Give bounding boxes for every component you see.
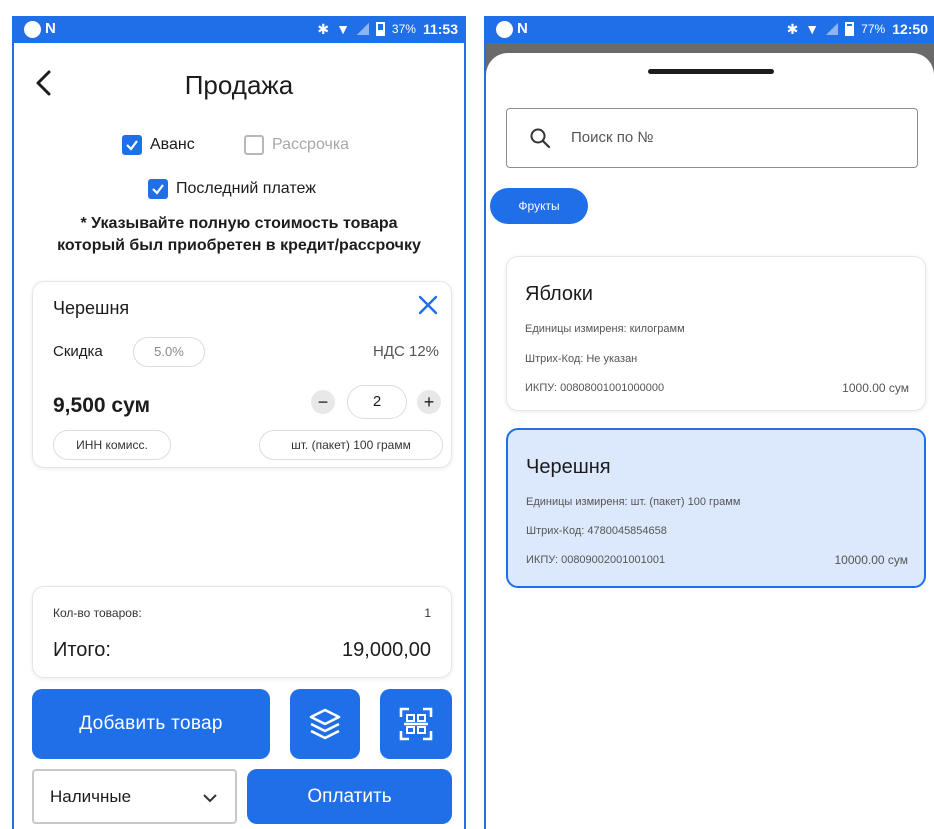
credit-notice: * Указывайте полную стоимость товара кот… [14,213,464,257]
product-name: Черешня [526,456,611,478]
order-summary-card: Кол-во товаров: 1 Итого: 19,000,00 [32,586,452,678]
total-label: Итого: [53,639,111,661]
scan-barcode-button[interactable] [380,689,452,759]
notification-dot-icon [24,21,41,38]
product-price: 10000.00 сум [834,553,909,567]
notice-line-2: который был приобретен в кредит/рассрочк… [57,237,421,254]
quantity-decrease-button[interactable]: − [311,390,335,414]
product-barcode: Штрих-Код: 4780045854658 [526,525,667,537]
product-card[interactable]: Яблоки Единицы измиреня: килограмм Штрих… [506,256,926,411]
checkbox-unchecked-icon [244,135,264,155]
last-payment-label: Последний платеж [176,180,316,197]
discount-label: Скидка [53,343,103,360]
page-title: Продажа [184,70,294,100]
pay-button[interactable]: Оплатить [247,769,452,824]
app-notification-icon: N [517,20,528,37]
category-chip[interactable]: Фрукты [490,188,588,224]
item-count-value: 1 [424,606,431,620]
sale-screen: N ✱ ▼ 37% 11:53 Продажа Аванс Рассрочка … [12,16,466,829]
cart-item-card: Черешня Скидка 5.0% НДС 12% 9,500 сум − … [32,281,452,468]
search-placeholder: Поиск по № [571,129,654,146]
unit-selector[interactable]: шт. (пакет) 100 грамм [259,430,443,460]
advance-checkbox[interactable]: Аванс [122,135,195,155]
battery-icon [375,22,385,36]
qr-scan-icon [399,707,433,741]
checkbox-checked-icon [122,135,142,155]
signal-icon [356,23,369,35]
search-icon [530,128,551,149]
chevron-down-icon [203,794,217,803]
item-name: Черешня [53,298,130,318]
quantity-field[interactable]: 2 [347,385,407,419]
signal-icon [826,23,839,35]
notice-line-1: * Указывайте полную стоимость товара [80,215,398,232]
battery-icon [845,22,855,36]
bottom-sheet: Поиск по № Фрукты Яблоки Единицы измирен… [486,53,934,829]
wifi-icon: ▼ [805,21,820,37]
product-price: 1000.00 сум [842,381,909,395]
advance-label: Аванс [150,136,195,153]
payment-method-value: Наличные [50,787,132,806]
vat-label: НДС 12% [372,343,439,360]
commission-inn-button[interactable]: ИНН комисс. [53,430,171,460]
bluetooth-icon: ✱ [786,21,799,37]
installment-checkbox[interactable]: Рассрочка [244,135,349,155]
status-bar: N ✱ ▼ 77% 12:50 [486,16,934,43]
clock: 12:50 [892,21,928,37]
quantity-increase-button[interactable]: + [417,390,441,414]
total-value: 19,000,00 [342,639,431,661]
clock: 11:53 [422,21,458,37]
product-units: Единицы измиреня: килограмм [525,323,685,335]
battery-percent: 37% [391,22,416,36]
item-count-label: Кол-во товаров: [53,606,142,620]
product-barcode: Штрих-Код: Не указан [525,353,638,365]
product-ikpu: ИКПУ: 00809002001001001 [526,554,666,566]
wifi-icon: ▼ [336,21,350,37]
product-name: Яблоки [525,283,593,305]
product-card-selected[interactable]: Черешня Единицы измиреня: шт. (пакет) 10… [506,428,926,588]
add-item-button[interactable]: Добавить товар [32,689,270,759]
layers-icon [309,708,341,740]
product-units: Единицы измиреня: шт. (пакет) 100 грамм [526,496,741,508]
item-price: 9,500 сум [53,394,151,417]
product-picker-screen: N ✱ ▼ 77% 12:50 Поиск по № Фрукты Яблоки… [484,16,934,829]
product-ikpu: ИКПУ: 00808001001000000 [525,382,665,394]
bluetooth-icon: ✱ [317,21,330,37]
installment-label: Рассрочка [272,136,350,153]
checkbox-checked-icon [148,179,168,199]
payment-method-select[interactable]: Наличные [32,769,237,824]
catalog-button[interactable] [290,689,360,759]
last-payment-checkbox[interactable]: Последний платеж [148,179,316,199]
app-notification-icon: N [45,20,56,37]
status-bar: N ✱ ▼ 37% 11:53 [14,16,464,43]
notification-dot-icon [496,21,513,38]
search-input[interactable]: Поиск по № [506,108,918,168]
sheet-drag-handle[interactable] [648,69,774,74]
discount-input[interactable]: 5.0% [133,337,205,367]
battery-percent: 77% [861,22,886,36]
remove-item-close-icon[interactable] [417,294,439,316]
